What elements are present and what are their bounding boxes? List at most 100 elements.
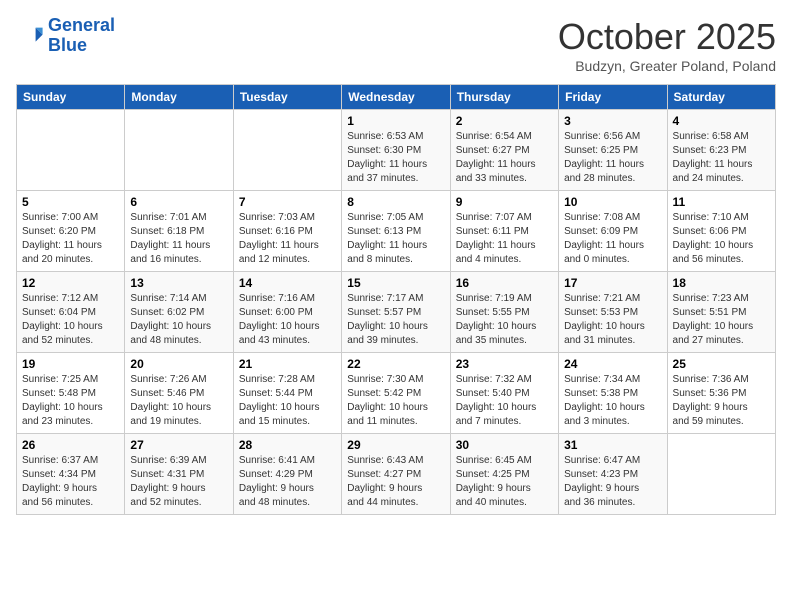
calendar-week-2: 5 Sunrise: 7:00 AM Sunset: 6:20 PM Daylig… (17, 191, 776, 272)
calendar-cell (125, 110, 233, 191)
calendar-body: 1 Sunrise: 6:53 AM Sunset: 6:30 PM Daylig… (17, 110, 776, 515)
day-info: Sunrise: 7:12 AM Sunset: 6:04 PM Dayligh… (22, 292, 119, 348)
calendar-cell (17, 110, 125, 191)
calendar-cell: 13 Sunrise: 7:14 AM Sunset: 6:02 PM Dayli… (125, 272, 233, 353)
calendar-week-1: 1 Sunrise: 6:53 AM Sunset: 6:30 PM Daylig… (17, 110, 776, 191)
day-number: 6 (130, 195, 227, 209)
calendar-cell: 27 Sunrise: 6:39 AM Sunset: 4:31 PM Dayli… (125, 434, 233, 515)
calendar-cell: 6 Sunrise: 7:01 AM Sunset: 6:18 PM Daylig… (125, 191, 233, 272)
title-block: October 2025 Budzyn, Greater Poland, Pol… (558, 16, 776, 74)
month-title: October 2025 (558, 16, 776, 58)
calendar-cell: 22 Sunrise: 7:30 AM Sunset: 5:42 PM Dayli… (342, 353, 450, 434)
calendar-cell: 12Sunrise: 7:12 AM Sunset: 6:04 PM Dayli… (17, 272, 125, 353)
column-header-monday: Monday (125, 85, 233, 110)
day-number: 3 (564, 114, 661, 128)
calendar-cell: 17 Sunrise: 7:21 AM Sunset: 5:53 PM Dayli… (559, 272, 667, 353)
calendar-cell: 10Sunrise: 7:08 AM Sunset: 6:09 PM Dayli… (559, 191, 667, 272)
day-number: 24 (564, 357, 661, 371)
day-number: 16 (456, 276, 553, 290)
logo-text: General Blue (48, 16, 115, 56)
column-header-thursday: Thursday (450, 85, 558, 110)
day-info: Sunrise: 7:08 AM Sunset: 6:09 PM Dayligh… (564, 211, 661, 267)
day-info: Sunrise: 7:34 AM Sunset: 5:38 PM Dayligh… (564, 373, 661, 429)
calendar-week-5: 26 Sunrise: 6:37 AM Sunset: 4:34 PM Dayli… (17, 434, 776, 515)
calendar-cell: 5 Sunrise: 7:00 AM Sunset: 6:20 PM Daylig… (17, 191, 125, 272)
day-info: Sunrise: 6:39 AM Sunset: 4:31 PM Dayligh… (130, 454, 227, 510)
day-number: 4 (673, 114, 770, 128)
day-number: 22 (347, 357, 444, 371)
calendar-cell: 15Sunrise: 7:17 AM Sunset: 5:57 PM Dayli… (342, 272, 450, 353)
day-number: 29 (347, 438, 444, 452)
day-number: 5 (22, 195, 119, 209)
column-header-friday: Friday (559, 85, 667, 110)
day-number: 25 (673, 357, 770, 371)
day-info: Sunrise: 7:25 AM Sunset: 5:48 PM Dayligh… (22, 373, 119, 429)
day-info: Sunrise: 6:43 AM Sunset: 4:27 PM Dayligh… (347, 454, 444, 510)
day-number: 14 (239, 276, 336, 290)
calendar-cell: 4Sunrise: 6:58 AM Sunset: 6:23 PM Daylig… (667, 110, 775, 191)
day-info: Sunrise: 7:28 AM Sunset: 5:44 PM Dayligh… (239, 373, 336, 429)
day-info: Sunrise: 7:30 AM Sunset: 5:42 PM Dayligh… (347, 373, 444, 429)
subtitle: Budzyn, Greater Poland, Poland (558, 58, 776, 74)
calendar-cell: 20Sunrise: 7:26 AM Sunset: 5:46 PM Dayli… (125, 353, 233, 434)
calendar-table: SundayMondayTuesdayWednesdayThursdayFrid… (16, 84, 776, 515)
day-info: Sunrise: 7:23 AM Sunset: 5:51 PM Dayligh… (673, 292, 770, 348)
day-number: 31 (564, 438, 661, 452)
day-number: 2 (456, 114, 553, 128)
column-header-tuesday: Tuesday (233, 85, 341, 110)
logo-icon (16, 22, 44, 50)
day-number: 17 (564, 276, 661, 290)
day-info: Sunrise: 7:36 AM Sunset: 5:36 PM Dayligh… (673, 373, 770, 429)
day-info: Sunrise: 7:32 AM Sunset: 5:40 PM Dayligh… (456, 373, 553, 429)
column-header-saturday: Saturday (667, 85, 775, 110)
calendar-cell: 11Sunrise: 7:10 AM Sunset: 6:06 PM Dayli… (667, 191, 775, 272)
calendar-cell: 24 Sunrise: 7:34 AM Sunset: 5:38 PM Dayli… (559, 353, 667, 434)
day-info: Sunrise: 6:41 AM Sunset: 4:29 PM Dayligh… (239, 454, 336, 510)
day-info: Sunrise: 6:47 AM Sunset: 4:23 PM Dayligh… (564, 454, 661, 510)
day-info: Sunrise: 7:00 AM Sunset: 6:20 PM Dayligh… (22, 211, 119, 267)
calendar-cell: 14 Sunrise: 7:16 AM Sunset: 6:00 PM Dayli… (233, 272, 341, 353)
day-number: 28 (239, 438, 336, 452)
calendar-cell: 26 Sunrise: 6:37 AM Sunset: 4:34 PM Dayli… (17, 434, 125, 515)
day-number: 21 (239, 357, 336, 371)
day-info: Sunrise: 7:01 AM Sunset: 6:18 PM Dayligh… (130, 211, 227, 267)
day-info: Sunrise: 7:21 AM Sunset: 5:53 PM Dayligh… (564, 292, 661, 348)
calendar-cell: 7Sunrise: 7:03 AM Sunset: 6:16 PM Daylig… (233, 191, 341, 272)
calendar-week-3: 12Sunrise: 7:12 AM Sunset: 6:04 PM Dayli… (17, 272, 776, 353)
day-number: 7 (239, 195, 336, 209)
column-header-wednesday: Wednesday (342, 85, 450, 110)
day-number: 27 (130, 438, 227, 452)
day-info: Sunrise: 6:37 AM Sunset: 4:34 PM Dayligh… (22, 454, 119, 510)
day-info: Sunrise: 7:17 AM Sunset: 5:57 PM Dayligh… (347, 292, 444, 348)
day-number: 23 (456, 357, 553, 371)
day-info: Sunrise: 7:16 AM Sunset: 6:00 PM Dayligh… (239, 292, 336, 348)
calendar-cell: 1 Sunrise: 6:53 AM Sunset: 6:30 PM Daylig… (342, 110, 450, 191)
calendar-cell: 2 Sunrise: 6:54 AM Sunset: 6:27 PM Daylig… (450, 110, 558, 191)
day-info: Sunrise: 7:19 AM Sunset: 5:55 PM Dayligh… (456, 292, 553, 348)
calendar-cell: 18 Sunrise: 7:23 AM Sunset: 5:51 PM Dayli… (667, 272, 775, 353)
day-info: Sunrise: 6:53 AM Sunset: 6:30 PM Dayligh… (347, 130, 444, 186)
calendar-cell: 28 Sunrise: 6:41 AM Sunset: 4:29 PM Dayli… (233, 434, 341, 515)
column-header-sunday: Sunday (17, 85, 125, 110)
page-header: General Blue October 2025 Budzyn, Greate… (16, 16, 776, 74)
day-number: 26 (22, 438, 119, 452)
day-number: 13 (130, 276, 227, 290)
calendar-cell: 25 Sunrise: 7:36 AM Sunset: 5:36 PM Dayli… (667, 353, 775, 434)
calendar-cell (233, 110, 341, 191)
calendar-week-4: 19Sunrise: 7:25 AM Sunset: 5:48 PM Dayli… (17, 353, 776, 434)
calendar-cell: 16 Sunrise: 7:19 AM Sunset: 5:55 PM Dayli… (450, 272, 558, 353)
calendar-cell: 23 Sunrise: 7:32 AM Sunset: 5:40 PM Dayli… (450, 353, 558, 434)
calendar-cell: 30 Sunrise: 6:45 AM Sunset: 4:25 PM Dayli… (450, 434, 558, 515)
day-info: Sunrise: 6:45 AM Sunset: 4:25 PM Dayligh… (456, 454, 553, 510)
calendar-cell (667, 434, 775, 515)
day-number: 1 (347, 114, 444, 128)
day-info: Sunrise: 7:07 AM Sunset: 6:11 PM Dayligh… (456, 211, 553, 267)
calendar-cell: 21 Sunrise: 7:28 AM Sunset: 5:44 PM Dayli… (233, 353, 341, 434)
day-number: 18 (673, 276, 770, 290)
calendar-cell: 3Sunrise: 6:56 AM Sunset: 6:25 PM Daylig… (559, 110, 667, 191)
logo: General Blue (16, 16, 115, 56)
day-number: 30 (456, 438, 553, 452)
day-info: Sunrise: 7:26 AM Sunset: 5:46 PM Dayligh… (130, 373, 227, 429)
day-info: Sunrise: 7:14 AM Sunset: 6:02 PM Dayligh… (130, 292, 227, 348)
day-info: Sunrise: 6:54 AM Sunset: 6:27 PM Dayligh… (456, 130, 553, 186)
